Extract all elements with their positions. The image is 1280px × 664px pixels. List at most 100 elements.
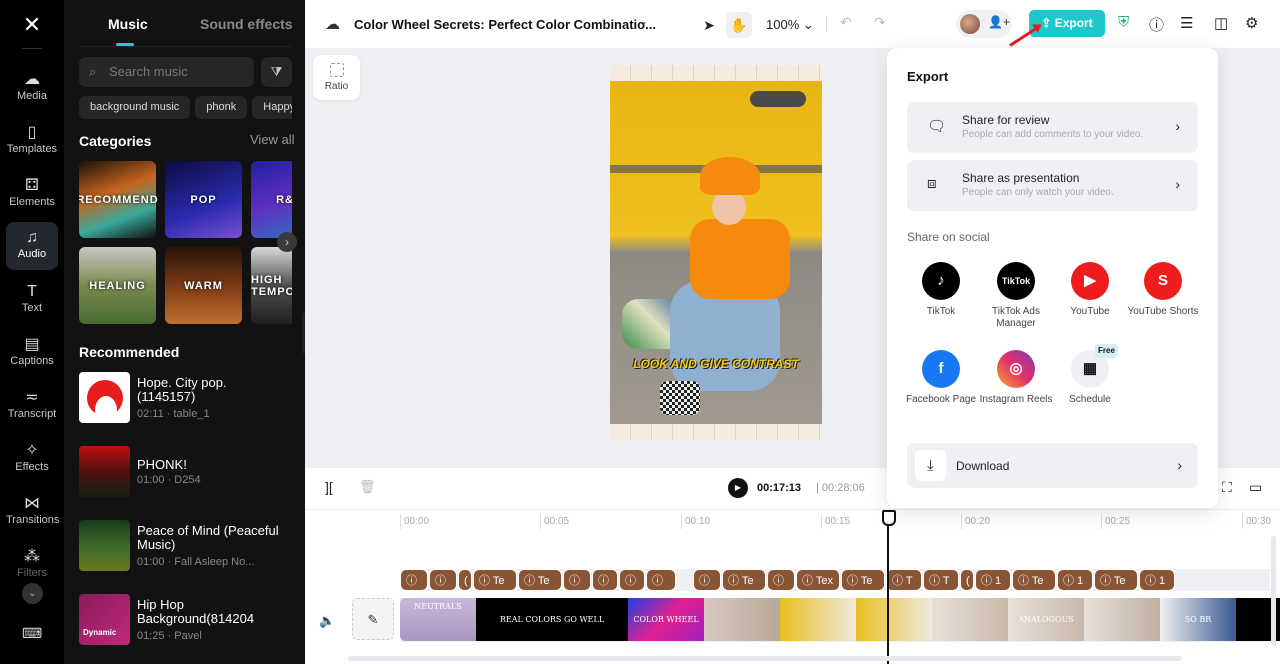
text-clip[interactable]: ⓘ <box>646 569 676 591</box>
chip-background-music[interactable]: background music <box>79 96 191 119</box>
capcut-logo-icon[interactable]: ✕ <box>18 12 46 38</box>
social-youtube[interactable]: ▶ YouTube <box>1053 262 1127 318</box>
text-clip[interactable]: ⓘ T <box>886 569 922 591</box>
text-clip[interactable]: ⓘ <box>429 569 457 591</box>
video-clip-thumbnail[interactable]: ANALOGOUS COLORS <box>1008 598 1084 641</box>
category-healing[interactable]: HEALING <box>79 247 156 324</box>
tab-music[interactable]: Music <box>108 16 148 32</box>
rail-item-media[interactable]: ☁ Media <box>6 64 58 112</box>
rail-item-audio[interactable]: ♫ Audio <box>6 222 58 270</box>
project-title[interactable]: Color Wheel Secrets: Perfect Color Combi… <box>354 17 656 32</box>
text-clip[interactable]: ⓘ <box>400 569 428 591</box>
track-item[interactable]: Dynamic Hip Hop Background(814204 01:25 … <box>79 594 292 646</box>
social-tiktok-ads-manager[interactable]: TikTok TikTok Ads Manager <box>979 262 1053 330</box>
play-button[interactable]: ▶ <box>728 478 748 498</box>
category-high-tempo[interactable]: HIGH TEMPO <box>251 247 292 324</box>
social-schedule[interactable]: ▦ Free Schedule <box>1053 344 1127 406</box>
download-option[interactable]: ⤓ Download › <box>907 443 1198 488</box>
shield-check-icon[interactable]: ⛨ <box>1118 14 1129 31</box>
text-clip[interactable]: ( <box>458 569 472 591</box>
text-clip[interactable]: ⓘ 1 <box>1139 569 1175 591</box>
rail-item-text[interactable]: T Text <box>6 276 58 324</box>
text-clip[interactable]: ⓘ Te <box>1012 569 1056 591</box>
layers-icon[interactable]: ☰ <box>1180 14 1193 32</box>
text-clip[interactable]: ⓘ <box>693 569 721 591</box>
ratio-button[interactable]: Ratio <box>313 55 360 100</box>
preview-screen-icon[interactable]: ▭ <box>1249 479 1262 496</box>
share-as-presentation-option[interactable]: ⧈ Share as presentation People can only … <box>907 160 1198 211</box>
text-clip[interactable]: ⓘ 1 <box>1057 569 1093 591</box>
social-tiktok[interactable]: ♪ TikTok <box>904 262 978 318</box>
chip-happy[interactable]: Happy <box>252 96 292 119</box>
category-pop[interactable]: POP <box>165 161 242 238</box>
text-clip[interactable]: ⓘ Te <box>722 569 766 591</box>
social-facebook-page[interactable]: f Facebook Page <box>904 350 978 406</box>
social-youtube-shorts[interactable]: S YouTube Shorts <box>1126 262 1200 318</box>
track-item[interactable]: Peace of Mind (Peaceful Music) 01:00 · F… <box>79 520 292 572</box>
redo-icon[interactable]: ↷ <box>874 14 886 31</box>
delete-trash-icon[interactable]: 🗑 <box>359 479 376 495</box>
view-all-link[interactable]: View all <box>250 132 295 147</box>
rail-item-templates[interactable]: ▯ Templates <box>6 117 58 165</box>
video-clip-thumbnail[interactable] <box>704 598 780 641</box>
timeline-ruler[interactable]: 00:00 00:05 00:10 00:15 00:20 00:25 00:3… <box>305 510 1280 530</box>
video-clip-thumbnail[interactable] <box>1084 598 1160 641</box>
video-clip-thumbnail[interactable]: COLOR WHEEL <box>628 598 704 641</box>
keyboard-shortcuts-icon[interactable]: ⌨ <box>22 625 42 642</box>
zoom-level-dropdown[interactable]: 100% ⌄ <box>766 17 814 33</box>
video-clip-thumbnail[interactable]: NEUTRALS <box>400 598 476 641</box>
social-instagram-reels[interactable]: ◎ Instagram Reels <box>979 350 1053 406</box>
text-clip[interactable]: ⓘ Te <box>1094 569 1138 591</box>
layout-panel-icon[interactable]: ◫ <box>1214 14 1228 32</box>
collaborators[interactable]: 👤+ <box>956 10 1012 38</box>
undo-icon[interactable]: ↶ <box>840 14 852 31</box>
video-preview[interactable]: LOOK AND GIVE CONTRAST <box>610 65 822 440</box>
settings-gear-icon[interactable]: ⚙ <box>1245 14 1258 32</box>
category-rnb[interactable]: R&B <box>251 161 292 238</box>
hand-tool-icon[interactable]: ✋ <box>726 12 752 38</box>
vertical-scrollbar[interactable] <box>1271 536 1276 646</box>
rail-item-transcript[interactable]: ≂ Transcript <box>6 382 58 430</box>
filter-button[interactable]: ⧩ <box>261 57 292 87</box>
avatar[interactable] <box>960 14 980 34</box>
video-clip-thumbnail[interactable] <box>856 598 932 641</box>
text-clip[interactable]: ⓘ <box>592 569 618 591</box>
track-item[interactable]: Hope. City pop. (1145157) 02:11 · table_… <box>79 372 292 424</box>
split-icon[interactable]: ][ <box>325 479 333 495</box>
edit-cover-button[interactable]: ✎ <box>352 598 394 640</box>
search-music-input[interactable]: ⌕ Search music <box>79 57 254 87</box>
chevron-down-icon[interactable]: ⌄ <box>638 14 648 28</box>
track-item[interactable]: PHONK! 01:00 · D254 <box>79 446 292 498</box>
rail-item-transitions[interactable]: ⋈ Transitions <box>6 488 59 536</box>
rail-item-effects[interactable]: ✧ Effects <box>6 435 58 483</box>
video-clip-thumbnail[interactable]: REAL COLORS GO WELL TOGETHER <box>476 598 628 641</box>
video-clip-thumbnail[interactable]: SO BR <box>1160 598 1236 641</box>
fullscreen-icon[interactable]: ⛶ <box>1222 479 1232 496</box>
text-clip[interactable]: ⓘ Te <box>518 569 562 591</box>
tab-sound-effects[interactable]: Sound effects <box>200 16 293 32</box>
text-clip[interactable]: ⓘ Te <box>841 569 885 591</box>
text-clip[interactable]: ⓘ <box>619 569 645 591</box>
share-for-review-option[interactable]: 🗨 Share for review People can add commen… <box>907 102 1198 153</box>
rail-item-elements[interactable]: ⚃ Elements <box>6 170 58 218</box>
cloud-save-icon[interactable]: ☁ <box>325 15 340 33</box>
horizontal-scrollbar[interactable] <box>348 656 1182 661</box>
rail-more-chevron-down-icon[interactable]: ⌄ <box>22 583 43 604</box>
text-clip[interactable]: ⓘ T <box>923 569 959 591</box>
playhead[interactable] <box>882 510 896 664</box>
rail-item-filters[interactable]: ⁂ Filters <box>6 541 58 589</box>
category-warm[interactable]: WARM <box>165 247 242 324</box>
text-clip[interactable]: ⓘ <box>563 569 591 591</box>
rail-item-captions[interactable]: ▤ Captions <box>6 329 58 377</box>
categories-next-chevron-right-icon[interactable]: › <box>277 232 297 252</box>
text-clip[interactable]: ⓘ 1 <box>975 569 1011 591</box>
text-clip[interactable]: ⓘ <box>767 569 795 591</box>
help-icon[interactable]: ⓘ <box>1149 14 1164 35</box>
mute-speaker-icon[interactable]: 🔈 <box>319 613 335 629</box>
text-clip[interactable]: ⓘ Te <box>473 569 517 591</box>
text-clip[interactable]: ⓘ Tex <box>796 569 840 591</box>
add-user-icon[interactable]: 👤+ <box>988 15 1010 29</box>
select-tool-cursor-icon[interactable]: ➤ <box>696 12 722 38</box>
video-clip-thumbnail[interactable] <box>780 598 856 641</box>
video-clip-thumbnail[interactable] <box>932 598 1008 641</box>
